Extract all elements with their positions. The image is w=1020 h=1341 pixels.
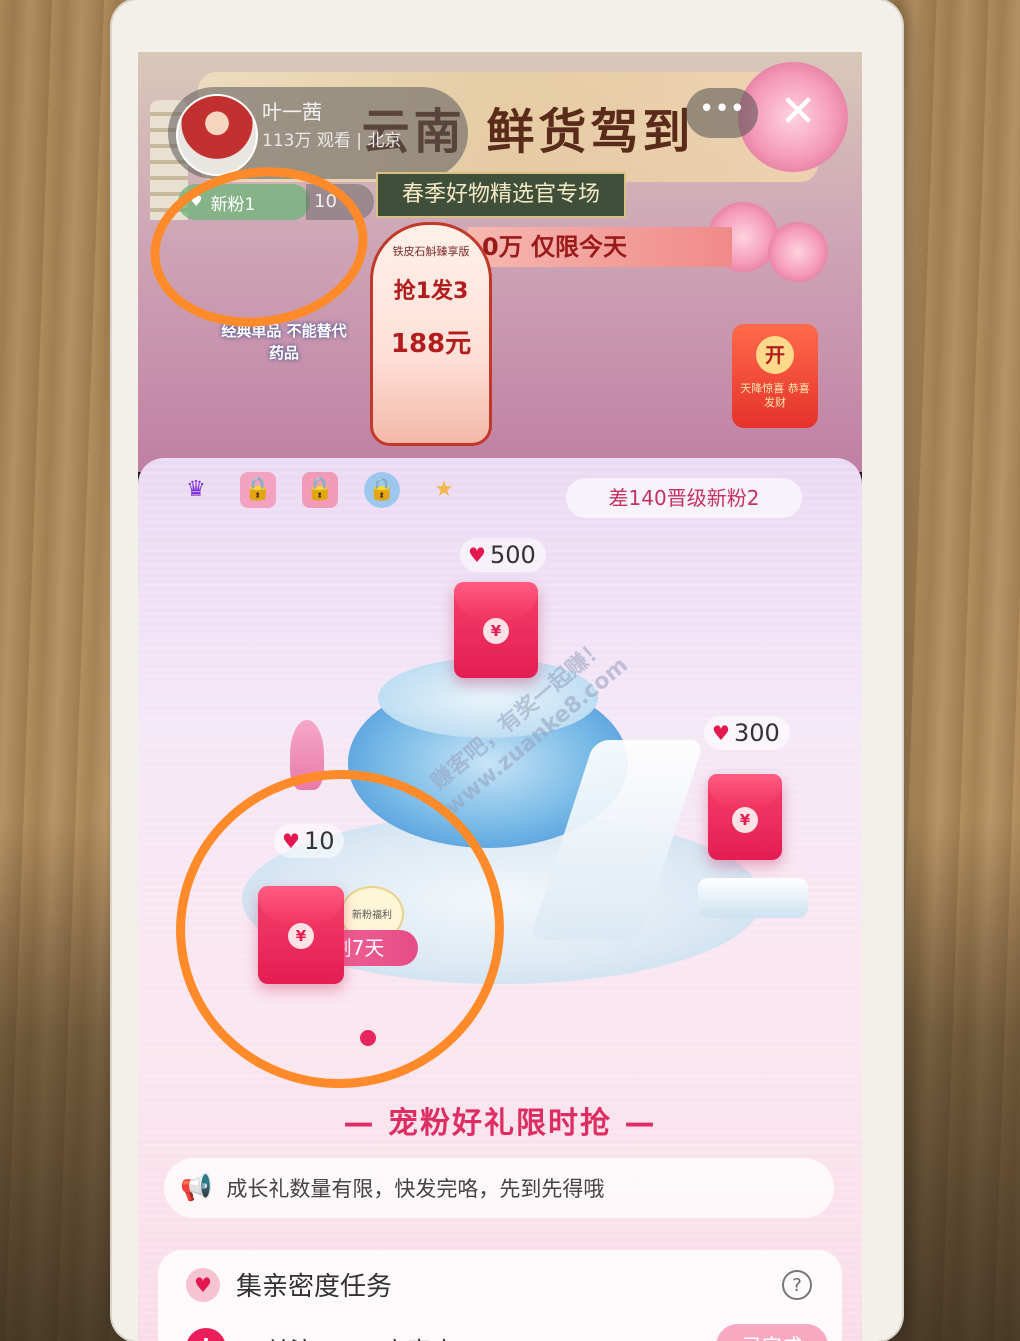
product-subtitle: 铁皮石斛臻享版 xyxy=(392,245,470,258)
product-offer: 抢1发3 xyxy=(393,279,469,304)
yuan-icon: ¥ xyxy=(483,618,509,645)
red-packet-500[interactable]: ¥ xyxy=(454,582,538,678)
task-points: 亲密度+10 xyxy=(383,1331,506,1341)
plus-icon: + xyxy=(186,1328,226,1341)
close-icon[interactable]: ✕ xyxy=(768,82,828,142)
level-icon-row: ♛ 🔒 🔒 🔒 ★ xyxy=(178,472,462,508)
yuan-icon: ¥ xyxy=(732,806,758,833)
upgrade-progress-pill: 差140晋级新粉2 xyxy=(566,478,802,518)
task-card-title: ♥ 集亲密度任务 xyxy=(186,1266,392,1303)
intimacy-task-card: ♥ 集亲密度任务 ? + 关注TA 亲密度+10 已完成 xyxy=(158,1250,842,1341)
heart-icon: ♥ xyxy=(712,721,730,745)
red-packet-flap xyxy=(708,774,782,811)
product-card[interactable]: 铁皮石斛臻享版 抢1发3 188元 xyxy=(370,222,492,446)
reward-value: 300 xyxy=(733,719,780,747)
product-price: 188元 xyxy=(390,329,472,359)
speaker-icon: 📢 xyxy=(180,1173,213,1203)
stage-step xyxy=(698,878,808,918)
red-packet-flap xyxy=(454,582,538,623)
lock-chat-icon[interactable]: 🔒 xyxy=(364,472,400,508)
red-packet-open-button[interactable]: 开 天降惊喜 恭喜发财 xyxy=(732,324,818,428)
task-status-button[interactable]: 已完成 xyxy=(716,1324,828,1341)
lock-gift-icon[interactable]: 🔒 xyxy=(240,472,276,508)
slogan-badge: 经典单品 不能替代药品 xyxy=(221,322,347,362)
avatar[interactable] xyxy=(176,94,258,176)
notice-text: 成长礼数量有限，快发完咯，先到先得哦 xyxy=(226,1177,605,1201)
help-icon[interactable]: ? xyxy=(782,1270,812,1300)
task-card-title-text: 集亲密度任务 xyxy=(236,1272,393,1302)
headline-dash-right: — xyxy=(612,1106,657,1141)
heart-icon: ♥ xyxy=(186,1267,220,1302)
viewer-count: 113万 观看 | 北京 xyxy=(262,131,402,151)
crown-icon[interactable]: ♛ xyxy=(178,472,214,508)
reward-value-tag: ♥ 500 xyxy=(460,538,546,572)
heart-icon: ♥ xyxy=(468,543,486,567)
gift-subtitle: 天降惊喜 恭喜发财 xyxy=(740,382,810,409)
open-label: 开 xyxy=(756,336,794,374)
lock-gift-icon[interactable]: 🔒 xyxy=(302,472,338,508)
task-row-follow: + 关注TA 亲密度+10 xyxy=(186,1328,506,1341)
red-packet-300[interactable]: ¥ xyxy=(708,774,782,860)
lock-star-icon[interactable]: ★ xyxy=(426,472,462,508)
notice-bar: 📢 成长礼数量有限，快发完咯，先到先得哦 xyxy=(164,1158,834,1218)
reward-value-tag: ♥ 300 xyxy=(704,716,790,750)
headline-text: 宠粉好礼限时抢 xyxy=(388,1106,612,1141)
peony-decoration xyxy=(768,222,828,282)
reward-value: 500 xyxy=(489,541,536,569)
sub-banner: 春季好物精选官专场 xyxy=(376,172,626,218)
promo-strip: 0万 仅限今天 xyxy=(468,227,732,267)
task-label: 关注TA xyxy=(266,1331,343,1341)
promo-headline: — 宠粉好礼限时抢 — xyxy=(138,1098,862,1142)
headline-dash-left: — xyxy=(343,1106,388,1141)
host-name: 叶一茜 xyxy=(262,100,322,124)
more-options-button[interactable]: ••• xyxy=(686,88,758,138)
